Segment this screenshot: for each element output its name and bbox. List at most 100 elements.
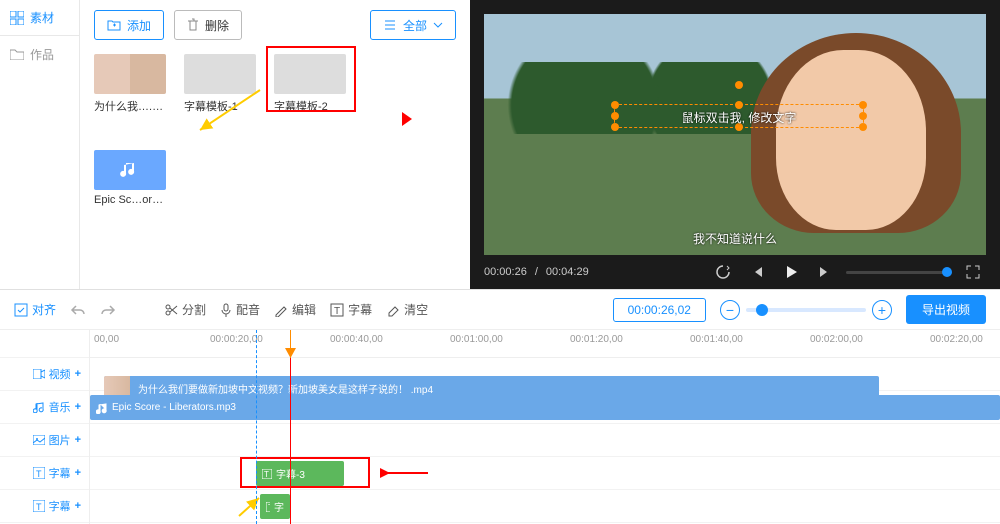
media-item[interactable]: 字幕模板-1	[184, 54, 256, 114]
text-icon: T	[33, 500, 45, 512]
play-button[interactable]	[778, 259, 804, 285]
undo-button[interactable]	[70, 303, 86, 317]
split-tool[interactable]: 分割	[164, 301, 206, 318]
audio-thumb	[94, 150, 166, 190]
subtitle-clip-2[interactable]: T字	[260, 494, 290, 519]
voice-label: 配音	[236, 301, 260, 318]
media-library: 添加 删除 全部 为什么我….mp4 字幕模板-1	[80, 0, 470, 289]
align-label: 对齐	[32, 301, 56, 318]
edit-tool[interactable]: 编辑	[274, 301, 316, 318]
music-icon	[96, 402, 108, 414]
tab-works[interactable]: 作品	[0, 36, 79, 72]
track-subtitle[interactable]: T字幕+	[0, 465, 89, 481]
library-toolbar: 添加 删除 全部	[94, 10, 456, 40]
text-overlay-handle[interactable]: 鼠标双击我, 修改文字	[614, 104, 864, 128]
template-thumb	[274, 54, 346, 94]
tab-media[interactable]: 素材	[0, 0, 79, 36]
edit-label: 编辑	[292, 301, 316, 318]
svg-text:T: T	[268, 503, 270, 512]
delete-label: 删除	[205, 17, 229, 34]
caption-text: 我不知道说什么	[484, 230, 986, 247]
trash-icon	[187, 18, 199, 32]
subtitle-label: 字幕	[348, 301, 372, 318]
voice-tool[interactable]: 配音	[220, 301, 260, 318]
text-icon: T	[33, 467, 45, 479]
svg-text:T: T	[36, 502, 42, 512]
prev-button[interactable]	[744, 259, 770, 285]
svg-text:T: T	[36, 469, 42, 479]
next-button[interactable]	[812, 259, 838, 285]
filter-label: 全部	[403, 17, 427, 34]
track-row-video[interactable]: 为什么我们要做新加坡中文视频？新加坡美女是这样子说的！ .mp4	[90, 358, 1000, 391]
align-toggle[interactable]: 对齐	[14, 301, 56, 318]
volume-slider[interactable]	[846, 271, 952, 274]
video-canvas[interactable]: 鼠标双击我, 修改文字 我不知道说什么	[484, 14, 986, 255]
timeline-toolbar: 对齐 分割 配音 编辑 T字幕 清空 00:00:26,02 − + 导出视频	[0, 290, 1000, 330]
rotate-button[interactable]	[710, 259, 736, 285]
svg-text:T: T	[334, 306, 340, 317]
time-current: 00:00:26	[484, 266, 527, 278]
video-icon	[33, 369, 45, 379]
mic-icon	[220, 303, 232, 317]
zoom-control: − +	[720, 300, 892, 320]
folder-icon	[10, 47, 24, 61]
subtitle-clip[interactable]: T字幕-3	[256, 461, 344, 486]
track-subtitle-2[interactable]: T字幕+	[0, 498, 89, 514]
snap-guide	[256, 330, 257, 524]
export-label: 导出视频	[922, 303, 970, 317]
player-controls: 00:00:26/00:04:29	[470, 255, 1000, 289]
track-row-image[interactable]	[90, 424, 1000, 457]
redo-button[interactable]	[100, 303, 116, 317]
sidebar: 素材 作品	[0, 0, 80, 289]
zoom-out-button[interactable]: −	[720, 300, 740, 320]
time-ruler[interactable]: 00,00 00:00:20,00 00:00:40,00 00:01:00,0…	[90, 330, 1000, 358]
media-grid: 为什么我….mp4 字幕模板-1 字幕模板-2 Epic Sc…ors.mp3	[94, 54, 456, 206]
track-video[interactable]: 视频+	[0, 366, 89, 382]
track-image[interactable]: 图片+	[0, 432, 89, 448]
audio-clip[interactable]: Epic Score - Liberators.mp3	[90, 395, 1000, 420]
media-name: 为什么我….mp4	[94, 98, 166, 114]
fullscreen-button[interactable]	[960, 259, 986, 285]
chevron-down-icon	[433, 22, 443, 28]
timeline: 对齐 分割 配音 编辑 T字幕 清空 00:00:26,02 − + 导出视频 …	[0, 289, 1000, 524]
media-item[interactable]: 为什么我….mp4	[94, 54, 166, 114]
media-name: 字幕模板-2	[274, 98, 346, 114]
split-label: 分割	[182, 301, 206, 318]
track-row-sub2[interactable]: T字	[90, 490, 1000, 523]
clear-tool[interactable]: 清空	[386, 301, 428, 318]
export-button[interactable]: 导出视频	[906, 295, 986, 324]
zoom-in-button[interactable]: +	[872, 300, 892, 320]
music-icon	[120, 160, 140, 180]
track-audio[interactable]: 音乐+	[0, 399, 89, 415]
track-area[interactable]: 00,00 00:00:20,00 00:00:40,00 00:01:00,0…	[90, 330, 1000, 524]
overlay-edit-text[interactable]: 鼠标双击我, 修改文字	[615, 109, 863, 126]
image-icon	[33, 435, 45, 445]
annotation-arrow-red	[380, 463, 430, 483]
add-label: 添加	[127, 17, 151, 34]
annotation-vline	[290, 358, 291, 524]
list-icon	[383, 19, 397, 31]
time-total: 00:04:29	[546, 266, 589, 278]
pencil-icon	[274, 303, 288, 317]
media-item[interactable]: Epic Sc…ors.mp3	[94, 150, 166, 206]
track-labels: 视频+ 音乐+ 图片+ T字幕+ T字幕+	[0, 330, 90, 524]
tab-media-label: 素材	[30, 9, 54, 26]
media-name: Epic Sc…ors.mp3	[94, 194, 166, 206]
subtitle-tool[interactable]: T 字幕	[330, 301, 372, 318]
media-item[interactable]: 字幕模板-2	[274, 54, 346, 114]
track-row-audio[interactable]: Epic Score - Liberators.mp3	[90, 391, 1000, 424]
svg-text:T: T	[264, 470, 269, 479]
add-button[interactable]: 添加	[94, 10, 164, 40]
zoom-slider[interactable]	[746, 308, 866, 312]
music-icon	[33, 401, 45, 413]
video-thumb	[94, 54, 166, 94]
filter-button[interactable]: 全部	[370, 10, 456, 40]
grid-icon	[10, 11, 24, 25]
eraser-icon	[386, 303, 400, 317]
video-player: 鼠标双击我, 修改文字 我不知道说什么 00:00:26/00:04:29	[470, 0, 1000, 289]
template-thumb	[184, 54, 256, 94]
scissors-icon	[164, 303, 178, 317]
text-icon: T	[330, 303, 344, 317]
track-row-sub1[interactable]: T字幕-3	[90, 457, 1000, 490]
delete-button[interactable]: 删除	[174, 10, 242, 40]
